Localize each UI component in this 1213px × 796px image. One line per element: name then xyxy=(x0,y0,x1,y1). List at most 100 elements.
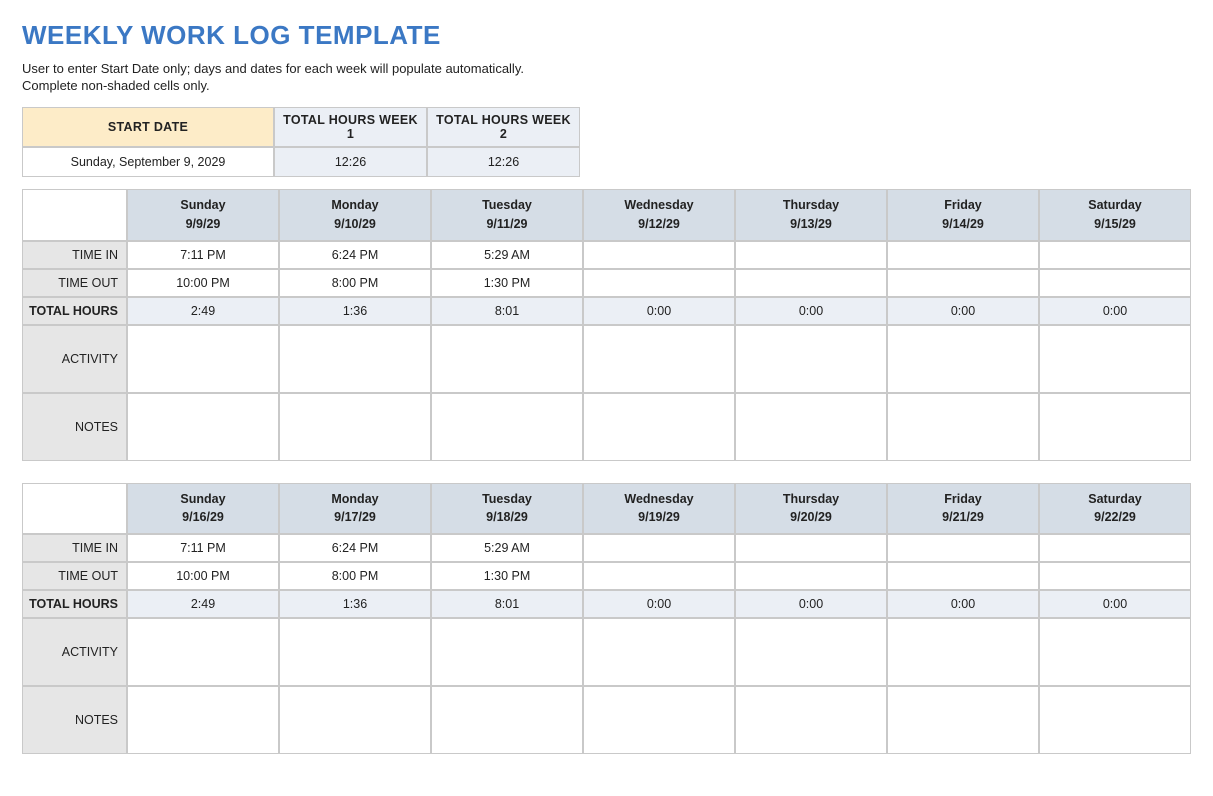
time-out-cell[interactable]: 1:30 PM xyxy=(431,562,583,590)
activity-cell[interactable] xyxy=(583,618,735,686)
day-date: 9/13/29 xyxy=(736,215,886,234)
day-date: 9/16/29 xyxy=(128,508,278,527)
day-name: Thursday xyxy=(736,490,886,509)
day-name: Sunday xyxy=(128,196,278,215)
time-in-cell[interactable]: 7:11 PM xyxy=(127,534,279,562)
notes-cell[interactable] xyxy=(1039,686,1191,754)
total-cell: 0:00 xyxy=(583,297,735,325)
time-out-cell[interactable] xyxy=(887,269,1039,297)
time-out-cell[interactable]: 10:00 PM xyxy=(127,269,279,297)
day-name: Wednesday xyxy=(584,196,734,215)
activity-cell[interactable] xyxy=(1039,325,1191,393)
time-in-cell[interactable] xyxy=(735,534,887,562)
time-in-cell[interactable] xyxy=(1039,534,1191,562)
time-in-cell[interactable] xyxy=(887,241,1039,269)
activity-cell[interactable] xyxy=(279,618,431,686)
activity-cell[interactable] xyxy=(887,618,1039,686)
time-out-cell[interactable]: 1:30 PM xyxy=(431,269,583,297)
corner-blank xyxy=(22,189,127,241)
activity-cell[interactable] xyxy=(431,618,583,686)
total-cell: 0:00 xyxy=(735,297,887,325)
time-out-cell[interactable] xyxy=(583,562,735,590)
notes-cell[interactable] xyxy=(127,393,279,461)
time-in-cell[interactable]: 6:24 PM xyxy=(279,241,431,269)
activity-cell[interactable] xyxy=(127,325,279,393)
day-date: 9/12/29 xyxy=(584,215,734,234)
day-date: 9/17/29 xyxy=(280,508,430,527)
activity-cell[interactable] xyxy=(583,325,735,393)
notes-cell[interactable] xyxy=(887,686,1039,754)
time-out-cell[interactable] xyxy=(735,562,887,590)
activity-cell[interactable] xyxy=(1039,618,1191,686)
total-cell: 0:00 xyxy=(887,590,1039,618)
start-date-cell[interactable]: Sunday, September 9, 2029 xyxy=(22,147,274,177)
total-cell: 1:36 xyxy=(279,297,431,325)
activity-cell[interactable] xyxy=(127,618,279,686)
day-header: Sunday9/16/29 xyxy=(127,483,279,535)
week-table-1: Sunday9/9/29Monday9/10/29Tuesday9/11/29W… xyxy=(22,189,1191,461)
notes-cell[interactable] xyxy=(1039,393,1191,461)
time-out-cell[interactable] xyxy=(887,562,1039,590)
total-cell: 1:36 xyxy=(279,590,431,618)
instruction-line-1: User to enter Start Date only; days and … xyxy=(22,61,1191,76)
notes-cell[interactable] xyxy=(279,393,431,461)
day-header: Friday9/21/29 xyxy=(887,483,1039,535)
day-header: Tuesday9/11/29 xyxy=(431,189,583,241)
time-out-cell[interactable]: 10:00 PM xyxy=(127,562,279,590)
time-out-cell[interactable] xyxy=(583,269,735,297)
activity-cell[interactable] xyxy=(887,325,1039,393)
notes-cell[interactable] xyxy=(279,686,431,754)
day-date: 9/10/29 xyxy=(280,215,430,234)
notes-cell[interactable] xyxy=(127,686,279,754)
day-date: 9/19/29 xyxy=(584,508,734,527)
time-in-cell[interactable]: 5:29 AM xyxy=(431,534,583,562)
day-name: Tuesday xyxy=(432,196,582,215)
day-name: Saturday xyxy=(1040,196,1190,215)
day-header: Wednesday9/19/29 xyxy=(583,483,735,535)
activity-cell[interactable] xyxy=(279,325,431,393)
notes-cell[interactable] xyxy=(583,393,735,461)
day-date: 9/15/29 xyxy=(1040,215,1190,234)
time-out-cell[interactable] xyxy=(1039,269,1191,297)
activity-cell[interactable] xyxy=(735,618,887,686)
day-name: Saturday xyxy=(1040,490,1190,509)
day-date: 9/20/29 xyxy=(736,508,886,527)
time-out-cell[interactable] xyxy=(1039,562,1191,590)
time-in-cell[interactable]: 7:11 PM xyxy=(127,241,279,269)
day-header: Saturday9/15/29 xyxy=(1039,189,1191,241)
notes-cell[interactable] xyxy=(887,393,1039,461)
total-week2-cell: 12:26 xyxy=(427,147,580,177)
total-week2-header: TOTAL HOURS WEEK 2 xyxy=(427,107,580,147)
notes-cell[interactable] xyxy=(431,393,583,461)
notes-cell[interactable] xyxy=(735,393,887,461)
notes-cell[interactable] xyxy=(735,686,887,754)
time-in-cell[interactable] xyxy=(735,241,887,269)
day-date: 9/9/29 xyxy=(128,215,278,234)
start-date-header: START DATE xyxy=(22,107,274,147)
summary-table: START DATE TOTAL HOURS WEEK 1 TOTAL HOUR… xyxy=(22,107,580,177)
row-label-notes: NOTES xyxy=(22,393,127,461)
day-name: Monday xyxy=(280,490,430,509)
total-week1-cell: 12:26 xyxy=(274,147,427,177)
instruction-line-2: Complete non-shaded cells only. xyxy=(22,78,1191,93)
time-in-cell[interactable] xyxy=(583,534,735,562)
day-header: Tuesday9/18/29 xyxy=(431,483,583,535)
page-title: WEEKLY WORK LOG TEMPLATE xyxy=(22,20,1191,51)
notes-cell[interactable] xyxy=(583,686,735,754)
time-in-cell[interactable] xyxy=(583,241,735,269)
time-out-cell[interactable]: 8:00 PM xyxy=(279,269,431,297)
time-out-cell[interactable]: 8:00 PM xyxy=(279,562,431,590)
time-in-cell[interactable] xyxy=(1039,241,1191,269)
day-header: Sunday9/9/29 xyxy=(127,189,279,241)
notes-cell[interactable] xyxy=(431,686,583,754)
activity-cell[interactable] xyxy=(735,325,887,393)
time-in-cell[interactable]: 5:29 AM xyxy=(431,241,583,269)
day-name: Tuesday xyxy=(432,490,582,509)
activity-cell[interactable] xyxy=(431,325,583,393)
day-header: Friday9/14/29 xyxy=(887,189,1039,241)
time-out-cell[interactable] xyxy=(735,269,887,297)
row-label-notes: NOTES xyxy=(22,686,127,754)
total-cell: 2:49 xyxy=(127,590,279,618)
time-in-cell[interactable]: 6:24 PM xyxy=(279,534,431,562)
time-in-cell[interactable] xyxy=(887,534,1039,562)
